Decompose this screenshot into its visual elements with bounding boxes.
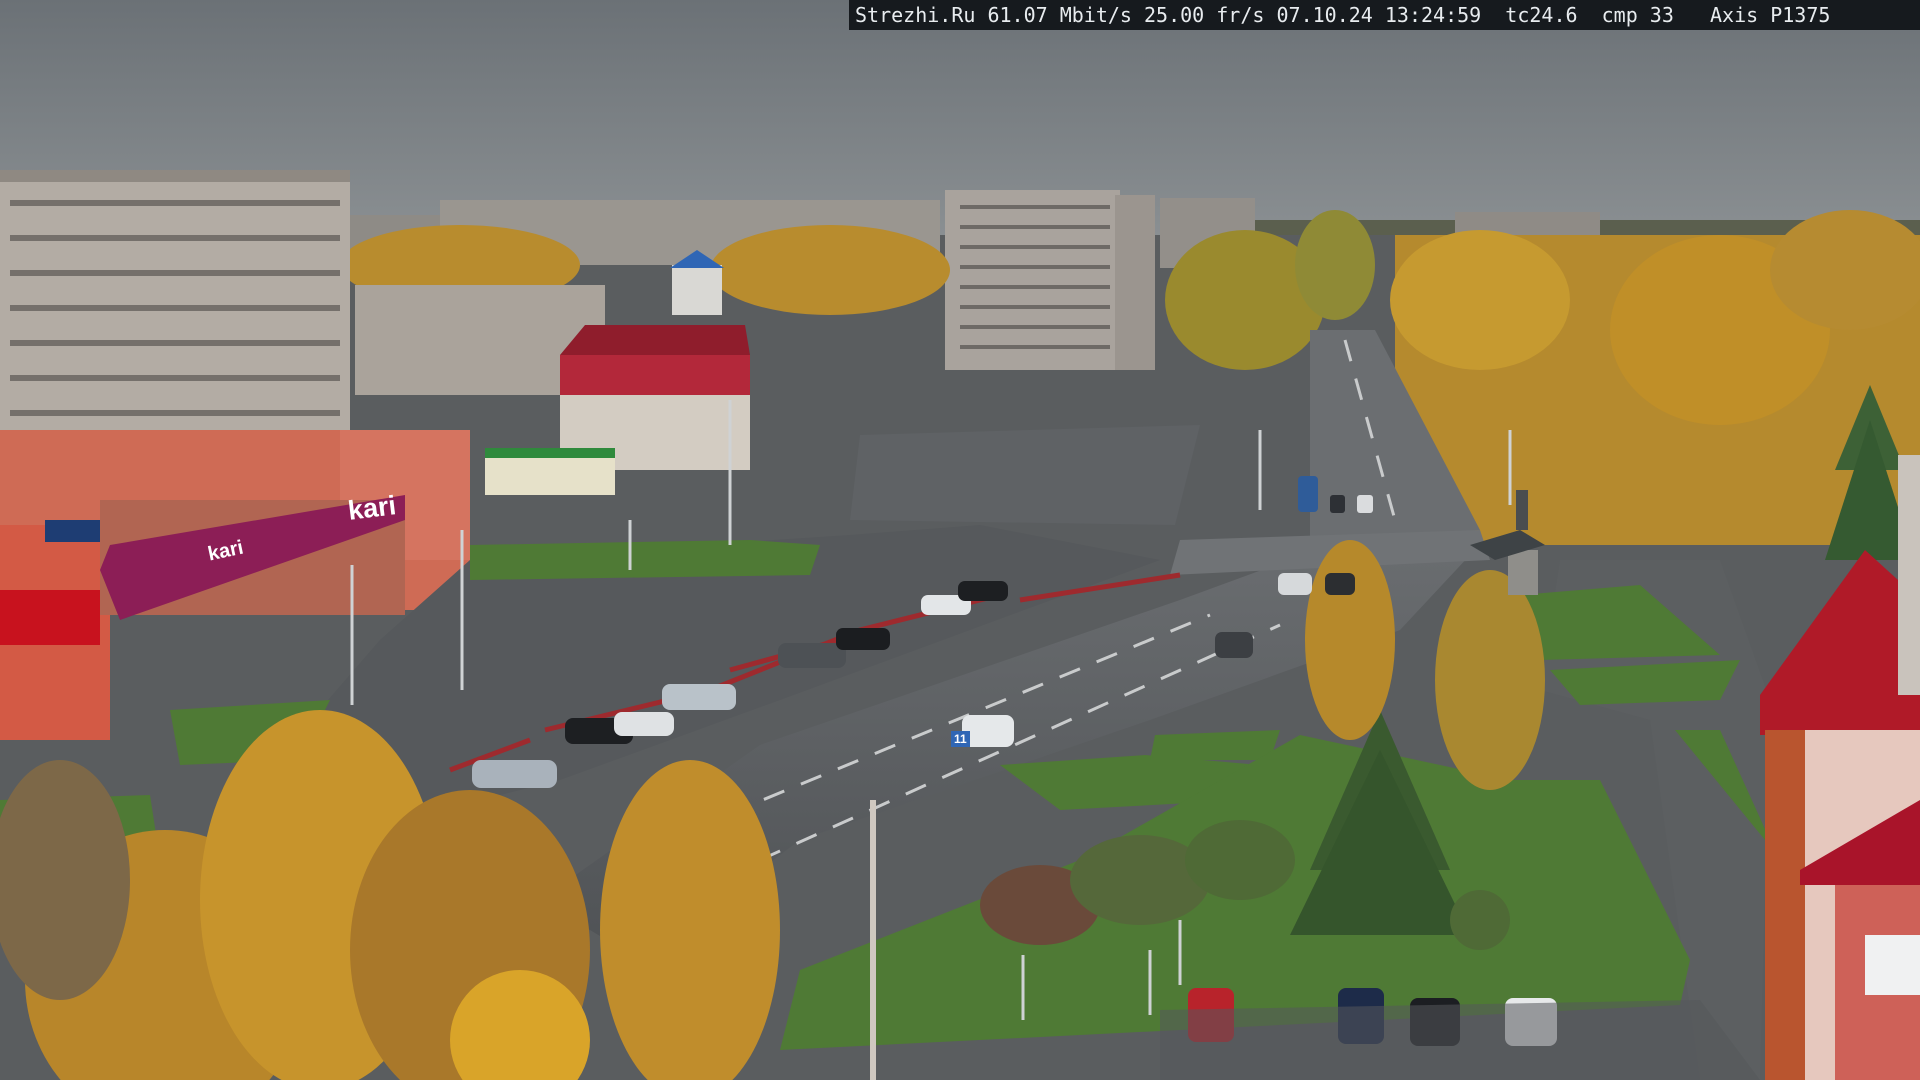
overlay-time: 13:24:59 [1384,3,1482,27]
overlay-date: 07.10.24 [1276,3,1373,27]
overlay-cmp: cmp 33 [1601,3,1674,27]
route-sign: 11 [951,731,970,747]
right-park-trees [1390,210,1920,560]
street-scene [0,0,1920,1080]
overlay-bitrate: 61.07 Mbit/s [987,3,1132,27]
overlay-camera-model: Axis P1375 [1710,3,1831,27]
upper-plaza [850,425,1200,525]
camera-frame: kari kari 11 Strezhi.Ru 61.07 Mbit/s 25.… [0,0,1920,1080]
central-apartment-block [945,190,1155,370]
store-sign-main: kari [346,490,398,526]
overlay-tc: tc24.6 [1505,3,1578,27]
overlay-site: Strezhi.Ru [855,3,976,27]
bottom-parking [1160,1000,1760,1080]
overlay-fps: 25.00 fr/s [1144,3,1265,27]
camera-info-overlay: Strezhi.Ru 61.07 Mbit/s 25.00 fr/s 07.10… [849,0,1920,30]
green-kiosk [485,448,615,495]
